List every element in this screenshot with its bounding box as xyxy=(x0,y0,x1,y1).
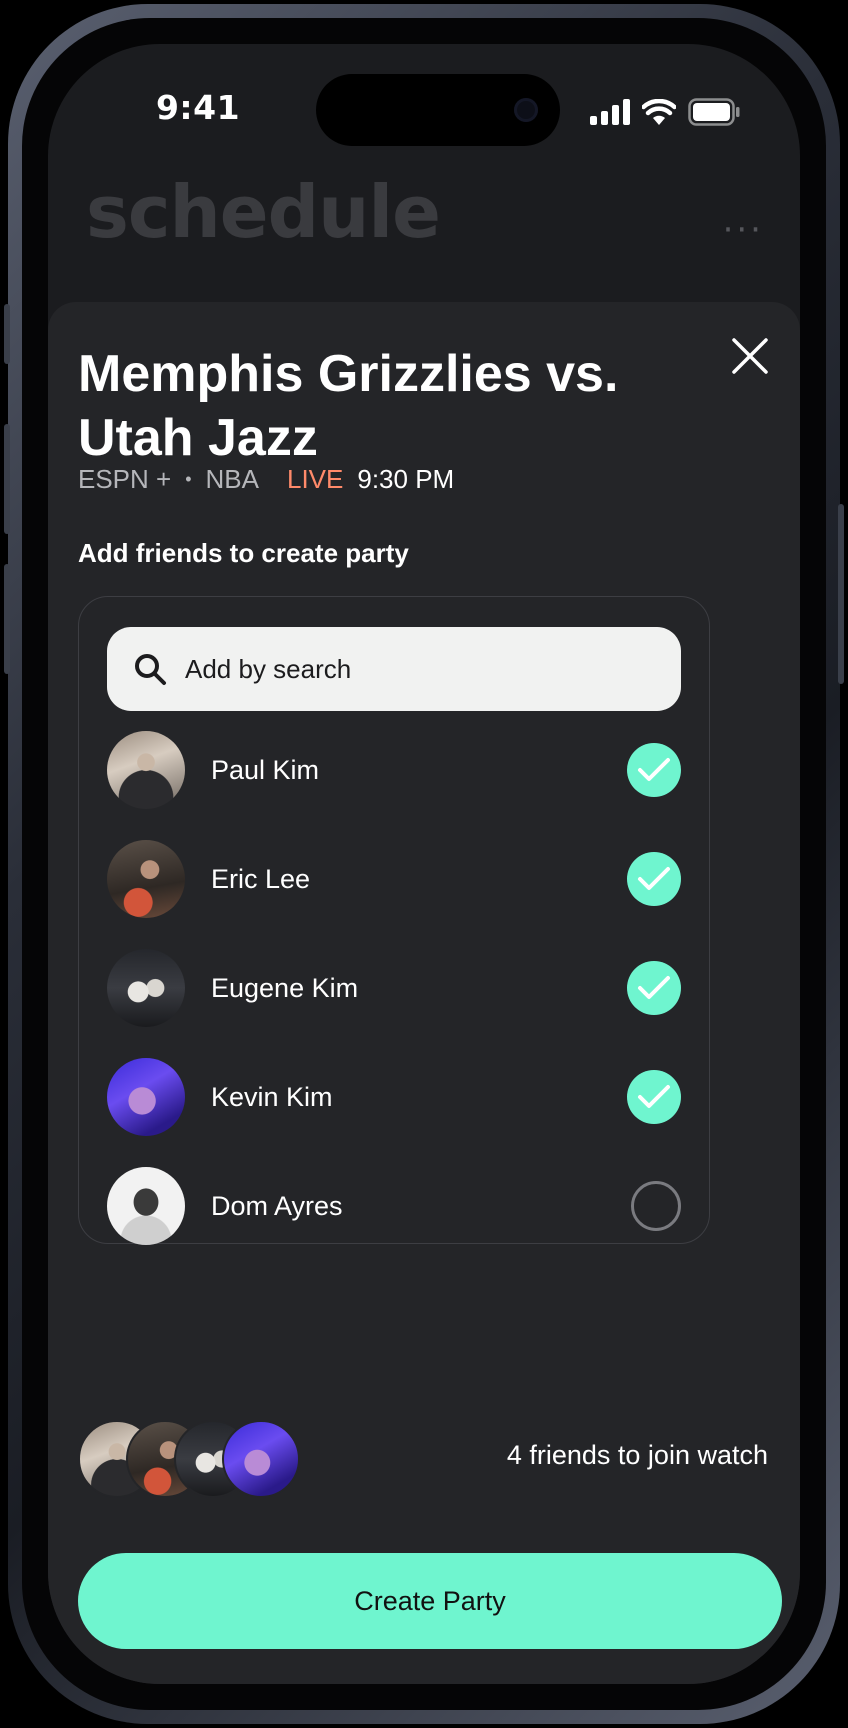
background-page-title: schedule xyxy=(86,170,441,254)
camera-icon xyxy=(514,98,538,122)
signal-icon xyxy=(590,99,630,125)
volume-up-button xyxy=(4,424,10,534)
live-badge: LIVE xyxy=(287,464,344,494)
avatar xyxy=(107,1058,185,1136)
action-button xyxy=(4,304,10,364)
avatar xyxy=(107,731,185,809)
avatar xyxy=(107,949,185,1027)
status-time: 9:41 xyxy=(155,88,241,127)
create-party-button[interactable]: Create Party xyxy=(78,1553,782,1649)
game-time: 9:30 PM xyxy=(357,464,455,494)
checked-icon[interactable] xyxy=(627,961,681,1015)
friend-name: Kevin Kim xyxy=(211,1081,333,1112)
selected-friends-avatars xyxy=(78,1420,308,1498)
search-icon xyxy=(135,654,166,685)
avatar xyxy=(222,1420,300,1498)
checked-icon[interactable] xyxy=(627,743,681,797)
checked-icon[interactable] xyxy=(627,1070,681,1124)
avatar xyxy=(107,1167,185,1245)
unchecked-icon[interactable] xyxy=(631,1181,681,1231)
search-input[interactable]: Add by search xyxy=(107,627,681,711)
friends-card: Add by search Paul Kim Eric Lee Eugene K… xyxy=(78,596,710,1245)
league-label: NBA xyxy=(205,464,259,494)
network-label: ESPN + xyxy=(78,464,172,494)
friend-name: Dom Ayres xyxy=(211,1190,343,1221)
wifi-icon xyxy=(642,99,676,125)
meta-separator: • xyxy=(185,469,192,489)
dynamic-island xyxy=(316,74,560,146)
game-title: Memphis Grizzlies vs. Utah Jazz xyxy=(78,345,619,467)
search-placeholder: Add by search xyxy=(185,653,352,684)
more-icon: ··· xyxy=(722,210,764,250)
friend-name: Paul Kim xyxy=(211,754,320,785)
screen: 9:41 schedule ··· Memphis Grizzlies vs. … xyxy=(48,44,800,1684)
friend-row[interactable]: Kevin Kim xyxy=(107,1058,681,1136)
friend-row[interactable]: Dom Ayres xyxy=(107,1167,681,1245)
battery-icon xyxy=(688,98,740,126)
join-summary: 4 friends to join watch xyxy=(506,1440,768,1470)
friend-name: Eugene Kim xyxy=(211,972,359,1003)
avatar xyxy=(107,840,185,918)
status-icons xyxy=(590,96,740,128)
checked-icon[interactable] xyxy=(627,852,681,906)
friend-name: Eric Lee xyxy=(211,863,311,894)
volume-down-button xyxy=(4,564,10,674)
phone-frame: 9:41 schedule ··· Memphis Grizzlies vs. … xyxy=(4,4,844,1724)
friend-row[interactable]: Paul Kim xyxy=(107,731,681,809)
close-icon[interactable] xyxy=(730,336,770,376)
friend-row[interactable]: Eugene Kim xyxy=(107,949,681,1027)
party-sheet: Memphis Grizzlies vs. Utah Jazz ESPN + •… xyxy=(48,302,800,1684)
power-button xyxy=(838,504,844,684)
bezel: 9:41 schedule ··· Memphis Grizzlies vs. … xyxy=(22,18,826,1710)
section-heading: Add friends to create party xyxy=(78,538,409,568)
game-meta: ESPN + • NBA LIVE 9:30 PM xyxy=(78,464,454,495)
friend-row[interactable]: Eric Lee xyxy=(107,840,681,918)
